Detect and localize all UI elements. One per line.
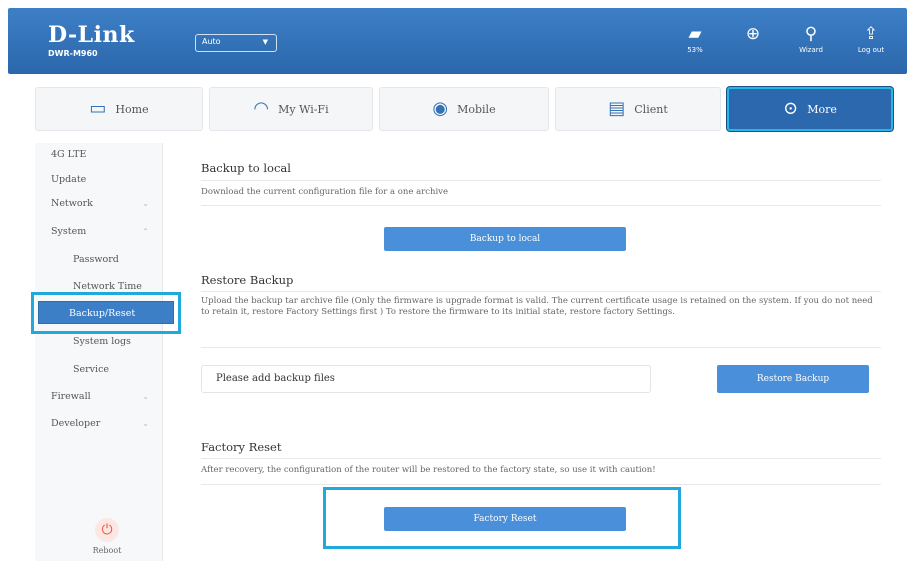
sidebar-item-system-logs[interactable]: System logs <box>35 333 163 351</box>
wizard-icon: ⚲ <box>804 24 818 44</box>
power-icon: ⏻ <box>95 518 119 542</box>
more-icon: ⊙ <box>783 98 799 119</box>
sidebar-item-password[interactable]: Password <box>35 251 163 269</box>
tab-home[interactable]: ▭ Home <box>35 87 203 131</box>
sidebar-item-update[interactable]: Update <box>35 171 163 189</box>
battery-status: ▰ 53% <box>680 24 710 54</box>
wifi-icon: ◠ <box>253 98 270 119</box>
chevron-down-icon: ⌄ <box>142 419 149 428</box>
reboot-label: Reboot <box>92 546 122 555</box>
brand-name: D-Link <box>48 22 135 48</box>
sidebar-item-service[interactable]: Service <box>35 361 163 379</box>
sidebar-item-network[interactable]: Network ⌄ <box>35 195 163 213</box>
logout-button[interactable]: ⇪ Log out <box>854 24 888 54</box>
sidebar-item-label: System <box>51 226 87 237</box>
sidebar-item-label: Update <box>51 174 87 185</box>
tab-client[interactable]: ▤ Client <box>555 87 721 131</box>
chevron-up-icon: ⌃ <box>142 227 149 236</box>
divider <box>201 291 881 292</box>
language-select[interactable]: Auto ▼ <box>195 34 277 52</box>
tab-label: Client <box>634 102 668 116</box>
section-title: Backup to local <box>201 161 291 175</box>
backup-to-local-button[interactable]: Backup to local <box>384 227 626 251</box>
divider <box>201 458 881 459</box>
battery-icon: ▰ <box>688 24 702 44</box>
top-header: D-Link DWR-M960 Auto ▼ ▰ 53% ⊕ ⚲ Wizard … <box>8 8 907 74</box>
highlight-frame <box>31 292 181 334</box>
logout-label: Log out <box>857 46 885 54</box>
language-globe-button[interactable]: ⊕ <box>739 24 767 44</box>
highlight-frame <box>323 487 681 549</box>
tab-label: My Wi-Fi <box>278 102 329 116</box>
sidebar-item-label: Service <box>73 364 110 375</box>
home-icon: ▭ <box>89 98 107 119</box>
sidebar-item-label: Firewall <box>51 391 91 402</box>
section-description: After recovery, the configuration of the… <box>201 465 656 475</box>
section-description: Upload the backup tar archive file (Only… <box>201 296 873 317</box>
tab-mobile[interactable]: ◉ Mobile <box>379 87 549 131</box>
divider <box>201 347 881 348</box>
sidebar-item-system[interactable]: System ⌃ <box>35 223 163 241</box>
language-value: Auto <box>202 37 221 46</box>
logout-icon: ⇪ <box>863 24 879 44</box>
divider <box>201 180 881 181</box>
mobile-signal-icon: ◉ <box>432 98 449 119</box>
monitor-icon: ▤ <box>608 98 626 119</box>
reboot-button[interactable]: ⏻ Reboot <box>82 518 132 555</box>
sidebar-item-firewall[interactable]: Firewall ⌄ <box>35 388 163 406</box>
dlink-logo: D-Link DWR-M960 <box>48 22 135 58</box>
globe-icon: ⊕ <box>745 24 761 44</box>
sidebar-item-label: Password <box>73 254 119 265</box>
divider <box>201 205 881 206</box>
sidebar-item-4g-lte[interactable]: 4G LTE <box>35 146 163 164</box>
tab-more[interactable]: ⊙ More <box>727 87 893 131</box>
chevron-down-icon: ▼ <box>262 38 268 46</box>
chevron-down-icon: ⌄ <box>142 199 149 208</box>
wizard-button[interactable]: ⚲ Wizard <box>794 24 828 54</box>
divider <box>201 484 881 485</box>
sidebar-item-developer[interactable]: Developer ⌄ <box>35 415 163 433</box>
restore-backup-button[interactable]: Restore Backup <box>717 365 869 393</box>
wizard-label: Wizard <box>799 46 823 54</box>
model-name: DWR-M960 <box>48 49 98 58</box>
battery-level: 53% <box>687 46 703 54</box>
sidebar-item-label: Network <box>51 198 93 209</box>
tab-label: More <box>807 102 837 116</box>
section-description: Download the current configuration file … <box>201 187 448 197</box>
sidebar-item-label: System logs <box>73 336 131 347</box>
sidebar-item-label: Developer <box>51 418 101 429</box>
main-nav: ▭ Home ◠ My Wi-Fi ◉ Mobile ▤ Client ⊙ Mo… <box>35 87 895 131</box>
chevron-down-icon: ⌄ <box>142 392 149 401</box>
section-title: Restore Backup <box>201 273 294 287</box>
tab-label: Mobile <box>457 102 496 116</box>
tab-my-wifi[interactable]: ◠ My Wi-Fi <box>209 87 373 131</box>
backup-file-input[interactable]: Please add backup files <box>201 365 651 393</box>
sidebar-item-label: Network Time <box>73 281 142 292</box>
section-title: Factory Reset <box>201 440 282 454</box>
tab-label: Home <box>115 102 149 116</box>
sidebar-item-label: 4G LTE <box>51 149 87 160</box>
